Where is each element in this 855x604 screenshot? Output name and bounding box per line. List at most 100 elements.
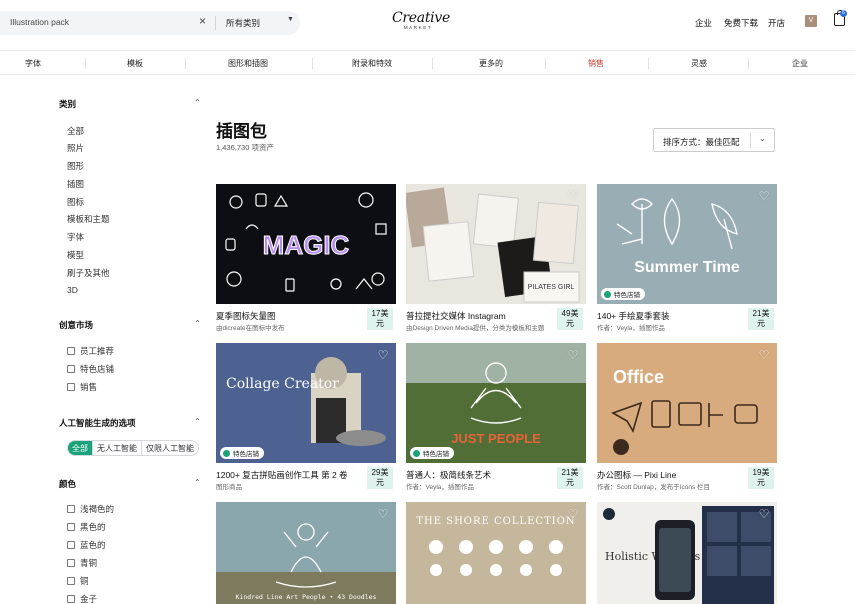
product-thumbnail[interactable]: JUST PEOPLE ♡ 特色店铺 [406,343,586,463]
product-card[interactable]: Summer Time ♡ 特色店铺 140+ 手绘夏季套装 作者：Veyla，… [597,184,777,332]
product-thumbnail[interactable]: THE SHORE COLLECTION ♡ [406,502,586,604]
checkbox[interactable] [67,577,75,585]
category-select[interactable]: 所有类别 [226,17,260,29]
checkbox[interactable] [67,541,75,549]
checkbox[interactable] [67,595,75,603]
product-card[interactable]: MAGIC 夏季图标矢量图 由dicreate在图标中发布 17美元 [216,184,396,332]
open-shop-link[interactable]: 开店 [768,17,785,29]
product-thumbnail[interactable]: Kindred Line Art People • 43 Doodles ♡ [216,502,396,604]
product-title[interactable]: 1200+ 复古拼贴画创作工具 第 2 卷 [216,469,358,481]
chevron-down-icon[interactable]: ⌄ [759,134,766,143]
product-card[interactable]: Holistic Wellness ♡ [597,502,777,604]
nav-templates[interactable]: 模板 [127,58,143,69]
checkbox-label: 蓝色的 [80,540,106,550]
heart-icon[interactable]: ♡ [757,348,771,362]
product-title[interactable]: 普通人：极简线条艺术 [406,469,548,481]
checkbox[interactable] [67,559,75,567]
product-card[interactable]: Kindred Line Art People • 43 Doodles ♡ [216,502,396,604]
heart-icon[interactable]: ♡ [757,507,771,521]
filter-color[interactable]: 青铜 [67,557,97,569]
nav-divider [432,58,433,69]
filter-color[interactable]: 金子 [67,593,97,604]
heart-icon[interactable]: ♡ [757,189,771,203]
clear-search-icon[interactable]: × [199,14,206,28]
heart-icon[interactable]: ♡ [566,507,580,521]
product-thumbnail[interactable]: Summer Time ♡ 特色店铺 [597,184,777,304]
filter-color[interactable]: 黑色的 [67,521,106,533]
checkbox[interactable] [67,383,75,391]
category-item[interactable]: 刷子及其他 [67,267,110,279]
category-item[interactable]: 照片 [67,142,84,154]
nav-business[interactable]: 企业 [792,58,808,69]
product-thumbnail[interactable]: Office ♡ [597,343,777,463]
category-item[interactable]: 字体 [67,231,84,243]
product-card[interactable]: JUST PEOPLE ♡ 特色店铺 普通人：极简线条艺术 作者：Veyla，插… [406,343,586,491]
product-title[interactable]: 夏季图标矢量图 [216,310,358,322]
product-byline[interactable]: 作者：Veyla，插图作品 [406,481,548,491]
filter-featured-shops[interactable]: 特色店铺 [67,363,114,375]
product-card[interactable]: THE SHORE COLLECTION ♡ [406,502,586,604]
filter-color[interactable]: 蓝色的 [67,539,106,551]
checkbox[interactable] [67,523,75,531]
category-item[interactable]: 模板和主题 [67,213,110,225]
ai-option-ai-only[interactable]: 仅限人工智能 [142,441,198,455]
filter-staff-picks[interactable]: 员工推荐 [67,345,114,357]
checkbox[interactable] [67,505,75,513]
product-thumbnail[interactable]: PILATES GIRL ♡ [406,184,586,304]
nav-add-ons[interactable]: 附录和特效 [352,58,392,69]
product-byline[interactable]: 作者：Veyla，插图作品 [597,322,739,332]
chevron-up-icon[interactable]: ⌃ [194,417,201,426]
avatar[interactable]: V [805,15,817,27]
product-byline[interactable]: 图形商品 [216,481,358,491]
nav-graphics[interactable]: 图形和插图 [228,58,268,69]
product-byline[interactable]: 由dicreate在图标中发布 [216,322,358,332]
featured-icon [223,449,230,457]
nav-sale[interactable]: 销售 [588,58,604,69]
chevron-up-icon[interactable]: ⌃ [194,319,201,328]
sort-dropdown[interactable]: 排序方式：最佳匹配 ⌄ [653,128,775,152]
nav-inspiration[interactable]: 灵感 [691,58,707,69]
ai-option-no-ai[interactable]: 无人工智能 [93,441,142,455]
business-link[interactable]: 企业 [695,17,712,29]
kindred-artwork: Kindred Line Art People • 43 Doodles [216,523,396,604]
checkbox[interactable] [67,347,75,355]
chevron-up-icon[interactable]: ⌃ [194,98,201,107]
category-item[interactable]: 全部 [67,125,84,137]
product-thumbnail[interactable]: Collage Creator ♡ 特色店铺 [216,343,396,463]
product-byline[interactable]: 由Design Driven Media提供，分类为模板和主题 [406,322,548,332]
product-thumbnail[interactable]: MAGIC [216,184,396,304]
product-card[interactable]: PILATES GIRL ♡ 普拉提社交媒体 Instagram 由Design… [406,184,586,332]
product-title[interactable]: 普拉提社交媒体 Instagram [406,310,548,322]
product-card[interactable]: Collage Creator ♡ 特色店铺 1200+ 复古拼贴画创作工具 第… [216,343,396,491]
product-thumbnail[interactable]: Holistic Wellness ♡ [597,502,777,604]
heart-icon[interactable]: ♡ [566,348,580,362]
chevron-down-icon[interactable]: ▼ [287,16,294,23]
category-item[interactable]: 模型 [67,249,84,261]
filter-on-sale[interactable]: 销售 [67,381,97,393]
product-card[interactable]: Office ♡ 办公图标 — Pixi Line 作者：Scott Dunla… [597,343,777,491]
product-title[interactable]: 办公图标 — Pixi Line [597,469,739,481]
heart-icon[interactable]: ♡ [376,348,390,362]
creative-market-logo[interactable]: Creative MARKET [392,10,450,30]
checkbox[interactable] [67,365,75,373]
price-unit: 元 [757,478,765,487]
heart-icon[interactable]: ♡ [566,189,580,203]
nav-fonts[interactable]: 字体 [25,58,41,69]
product-byline[interactable]: 作者：Scott Dunlap，发布于Icons 栏目 [597,481,739,491]
price-unit: 元 [376,319,384,328]
category-item[interactable]: 图形 [67,160,84,172]
filter-color[interactable]: 浅褐色的 [67,503,114,515]
ai-option-all[interactable]: 全部 [68,441,93,455]
product-title[interactable]: 140+ 手绘夏季套装 [597,310,739,322]
category-item[interactable]: 图标 [67,196,84,208]
category-item[interactable]: 3D [67,285,78,295]
search-bar[interactable]: Illustration pack × 所有类别 ▼ [0,11,300,35]
free-downloads-link[interactable]: 免费下载 [724,17,758,29]
filter-color[interactable]: 铜 [67,575,89,587]
category-item[interactable]: 插图 [67,178,84,190]
heart-icon[interactable]: ♡ [376,507,390,521]
chevron-up-icon[interactable]: ⌃ [194,478,201,487]
search-input[interactable]: Illustration pack [10,17,69,27]
nav-more[interactable]: 更多的 [479,58,503,69]
collage-artwork: Collage Creator [216,343,396,463]
